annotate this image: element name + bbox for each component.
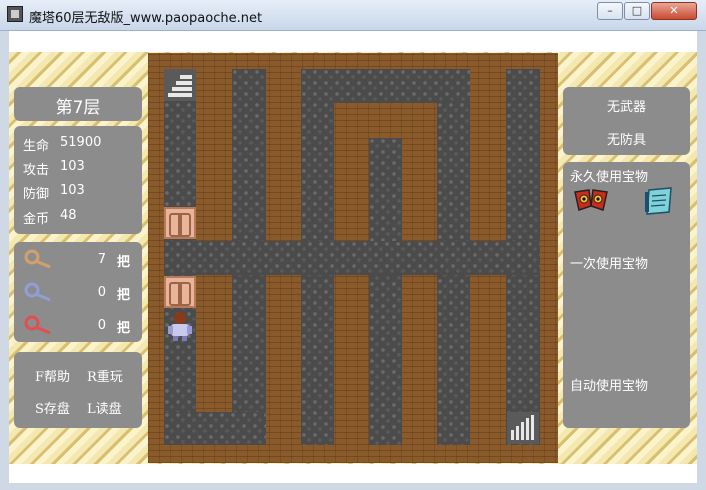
stairs-up-icon[interactable] xyxy=(164,69,196,101)
corridor xyxy=(164,241,540,275)
weapon-label: 无武器 xyxy=(606,100,646,115)
yellow-key-icon xyxy=(24,249,51,269)
minimize-button[interactable]: – xyxy=(597,2,623,20)
stat-gold-label: 金币 xyxy=(23,212,50,227)
restart-button[interactable]: R重玩 xyxy=(87,366,123,385)
notepad-icon[interactable] xyxy=(643,186,675,216)
monster-manual-icon[interactable] xyxy=(573,186,609,216)
corridor xyxy=(164,412,266,445)
blue-key-icon xyxy=(24,282,51,302)
blue-key-count: 0 xyxy=(97,285,106,300)
floor-label: 第7层 xyxy=(55,98,101,118)
red-key-icon xyxy=(24,315,51,335)
corridor xyxy=(301,69,470,103)
auto-treasure-label: 自动使用宝物 xyxy=(570,379,649,394)
help-button[interactable]: F帮助 xyxy=(35,366,70,385)
title-bar: 魔塔60层无敌版_www.paopaoche.net – □ ✕ xyxy=(0,0,706,31)
red-key-unit: 把 xyxy=(117,321,131,336)
maximize-button[interactable]: □ xyxy=(624,2,650,20)
permanent-treasure-label: 永久使用宝物 xyxy=(570,170,649,185)
blue-key-unit: 把 xyxy=(117,288,131,303)
yellow-door-icon[interactable] xyxy=(164,207,196,239)
armor-label: 无防具 xyxy=(606,133,646,148)
game-board[interactable] xyxy=(148,53,558,463)
yellow-key-count: 7 xyxy=(97,252,106,267)
corridor xyxy=(369,138,402,445)
load-button[interactable]: L读盘 xyxy=(87,398,122,417)
stats-panel: 生命 51900 攻击 103 防御 103 金币 48 xyxy=(14,126,142,234)
app-icon xyxy=(7,6,23,22)
equipment-panel: 无武器 无防具 xyxy=(563,87,690,155)
help-panel: F帮助 R重玩 S存盘 L读盘 xyxy=(14,352,142,428)
red-key-count: 0 xyxy=(97,318,106,333)
stat-defense-value: 103 xyxy=(60,183,85,198)
stat-hp-value: 51900 xyxy=(60,135,102,150)
floor-panel: 第7层 xyxy=(14,87,142,121)
stairs-down-icon[interactable] xyxy=(507,412,539,444)
yellow-door-icon[interactable] xyxy=(164,276,196,308)
stat-hp-label: 生命 xyxy=(23,139,50,154)
stat-attack-value: 103 xyxy=(60,159,85,174)
yellow-key-unit: 把 xyxy=(117,255,131,270)
stat-gold-value: 48 xyxy=(60,208,77,223)
treasures-panel: 永久使用宝物 一次使用宝物 自动使用宝物 xyxy=(563,162,690,428)
once-treasure-label: 一次使用宝物 xyxy=(570,257,649,272)
stat-defense-label: 防御 xyxy=(23,187,50,202)
hero-icon[interactable] xyxy=(164,310,196,342)
stat-attack-label: 攻击 xyxy=(23,163,50,178)
close-button[interactable]: ✕ xyxy=(651,2,697,20)
window-title: 魔塔60层无敌版_www.paopaoche.net xyxy=(29,11,263,26)
keys-panel: 7 把 0 把 0 把 xyxy=(14,242,142,342)
save-button[interactable]: S存盘 xyxy=(35,398,70,417)
